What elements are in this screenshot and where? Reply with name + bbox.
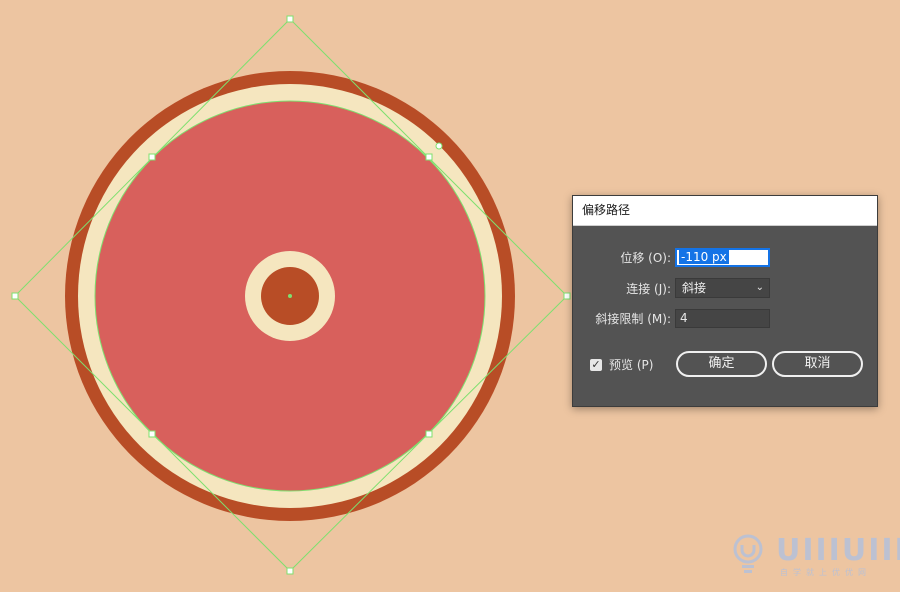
- live-corner-widget[interactable]: [435, 142, 443, 150]
- anchor-point-circle-tr[interactable]: [425, 153, 433, 161]
- join-label: 连接 (J):: [626, 281, 671, 296]
- anchor-point-right[interactable]: [563, 292, 571, 300]
- anchor-point-top[interactable]: [286, 15, 294, 23]
- offset-input[interactable]: -110 px: [675, 248, 770, 267]
- offset-value: -110 px: [679, 250, 729, 264]
- join-select[interactable]: 斜接 ⌄: [675, 278, 770, 298]
- miter-value: 4: [680, 311, 688, 325]
- cancel-button[interactable]: 取消: [772, 351, 863, 377]
- anchor-point-left[interactable]: [11, 292, 19, 300]
- preview-row[interactable]: ✓ 预览 (P): [590, 356, 653, 373]
- dialog-title[interactable]: 偏移路径: [573, 196, 877, 226]
- miter-label: 斜接限制 (M):: [595, 312, 671, 326]
- offset-row: 位移 (O): -110 px: [573, 248, 770, 267]
- anchor-point-bottom[interactable]: [286, 567, 294, 575]
- lightbulb-logo-icon: [733, 534, 763, 573]
- center-point: [288, 294, 292, 298]
- watermark-logo-text: UIIIUIII: [776, 533, 900, 568]
- miter-row: 斜接限制 (M): 4: [573, 309, 770, 328]
- offset-path-dialog: 偏移路径 位移 (O): -110 px 连接 (J): 斜接 ⌄ 斜接限制 (…: [572, 195, 878, 407]
- preview-label[interactable]: 预览 (P): [609, 356, 653, 373]
- watermark: UIIIUIII 自学就上优优网: [732, 531, 900, 579]
- ok-button[interactable]: 确定: [676, 351, 767, 377]
- offset-label: 位移 (O):: [620, 251, 671, 265]
- watermark-tagline: 自学就上优优网: [780, 568, 871, 577]
- join-value: 斜接: [682, 281, 707, 295]
- anchor-point-circle-tl[interactable]: [148, 153, 156, 161]
- anchor-point-circle-bl[interactable]: [148, 430, 156, 438]
- preview-checkbox[interactable]: ✓: [590, 358, 602, 371]
- miter-input[interactable]: 4: [675, 309, 770, 328]
- chevron-down-icon: ⌄: [755, 282, 764, 293]
- anchor-point-circle-br[interactable]: [425, 430, 433, 438]
- join-row: 连接 (J): 斜接 ⌄: [573, 278, 770, 298]
